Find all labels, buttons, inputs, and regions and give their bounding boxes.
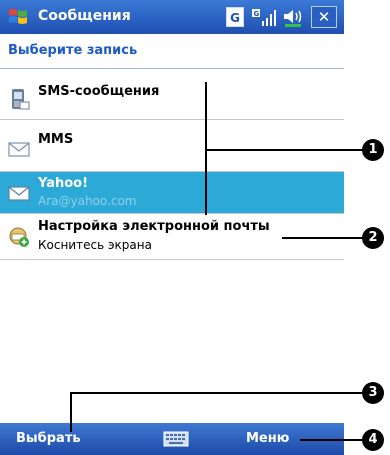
- volume-icon[interactable]: [282, 7, 304, 27]
- close-icon[interactable]: ✕: [311, 6, 337, 28]
- list-item-email: Ara@yahoo.com: [38, 194, 137, 208]
- windows-start-icon[interactable]: [6, 5, 30, 29]
- mail-icon: [8, 142, 30, 157]
- callout-3-marker: 3: [362, 382, 384, 404]
- list-item-label: SMS-сообщения: [38, 84, 160, 99]
- list-item-yahoo[interactable]: Yahoo! Ara@yahoo.com: [0, 172, 344, 214]
- callout-4-line: [300, 439, 364, 441]
- callout-1-line: [205, 149, 363, 151]
- keyboard-icon[interactable]: [163, 430, 189, 448]
- app-title: Сообщения: [38, 8, 131, 24]
- gprs-icon[interactable]: G: [226, 7, 244, 27]
- svg-text:G: G: [254, 10, 260, 18]
- signal-icon[interactable]: G: [252, 7, 276, 27]
- screen: Сообщения G G ✕ Выберите запись SMS-сооб…: [0, 0, 344, 455]
- list-item-label: MMS: [38, 132, 74, 147]
- title-bar: Сообщения G G ✕: [0, 0, 344, 34]
- mail-icon: [8, 186, 30, 201]
- list-item-label: Yahoo!: [38, 176, 89, 191]
- select-softkey[interactable]: Выбрать: [16, 431, 81, 446]
- list-item-label: Настройка электронной почты: [38, 219, 270, 234]
- list-header: Выберите запись: [0, 34, 344, 69]
- callout-3-line: [70, 392, 364, 394]
- list-item-hint: Коснитесь экрана: [38, 238, 152, 252]
- callout-2-line: [282, 237, 364, 239]
- callout-3-vertical: [70, 392, 72, 432]
- sms-icon: [12, 89, 30, 110]
- list-item-mms[interactable]: MMS: [0, 120, 344, 172]
- menu-softkey[interactable]: Меню: [246, 431, 289, 446]
- softkey-bar: Выбрать Меню: [0, 423, 344, 455]
- header-title: Выберите запись: [8, 43, 138, 58]
- setup-icon: [9, 227, 29, 247]
- callout-4-marker: 4: [362, 429, 384, 451]
- list-item-sms[interactable]: SMS-сообщения: [0, 68, 344, 120]
- callout-1-marker: 1: [362, 139, 384, 161]
- callout-2-marker: 2: [362, 227, 384, 249]
